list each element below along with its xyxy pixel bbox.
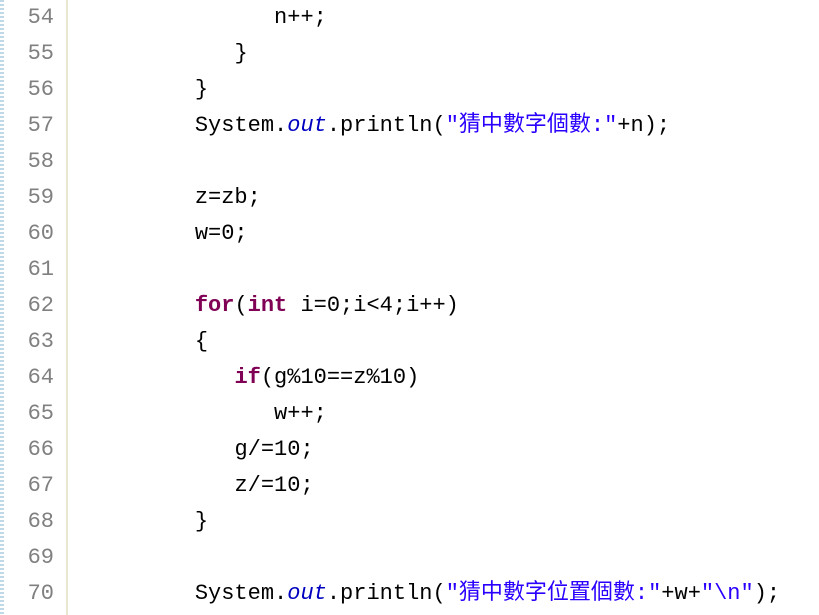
code-line[interactable] (76, 252, 819, 288)
line-number: 60 (0, 216, 58, 252)
code-line[interactable] (76, 144, 819, 180)
code-line[interactable]: n++; (76, 0, 819, 36)
code-line[interactable]: { (76, 324, 819, 360)
line-number: 69 (0, 540, 58, 576)
line-number: 64 (0, 360, 58, 396)
code-line[interactable]: } (76, 504, 819, 540)
line-number: 70 (0, 576, 58, 612)
line-number: 65 (0, 396, 58, 432)
code-line[interactable]: System.out.println("猜中數字位置個數:"+w+"\n"); (76, 576, 819, 612)
line-number: 54 (0, 0, 58, 36)
line-number: 68 (0, 504, 58, 540)
line-number: 66 (0, 432, 58, 468)
code-line[interactable]: for(int i=0;i<4;i++) (76, 288, 819, 324)
code-line[interactable]: g/=10; (76, 432, 819, 468)
line-number: 59 (0, 180, 58, 216)
line-number: 58 (0, 144, 58, 180)
code-line[interactable] (76, 540, 819, 576)
line-number: 55 (0, 36, 58, 72)
code-line[interactable]: } (76, 36, 819, 72)
code-line[interactable]: w++; (76, 396, 819, 432)
code-line[interactable]: w=0; (76, 216, 819, 252)
line-number-gutter: 54 55 56 57 58 59 60 61 62 63 64 65 66 6… (0, 0, 68, 615)
line-number: 61 (0, 252, 58, 288)
line-number: 67 (0, 468, 58, 504)
line-number: 62 (0, 288, 58, 324)
code-line[interactable]: } (76, 72, 819, 108)
code-line[interactable]: if(g%10==z%10) (76, 360, 819, 396)
code-line[interactable]: z/=10; (76, 468, 819, 504)
line-number: 57 (0, 108, 58, 144)
code-line[interactable]: System.out.println("猜中數字個數:"+n); (76, 108, 819, 144)
line-number: 56 (0, 72, 58, 108)
code-line[interactable]: z=zb; (76, 180, 819, 216)
code-editor[interactable]: n++; } } System.out.println("猜中數字個數:"+n)… (68, 0, 819, 615)
line-number: 63 (0, 324, 58, 360)
